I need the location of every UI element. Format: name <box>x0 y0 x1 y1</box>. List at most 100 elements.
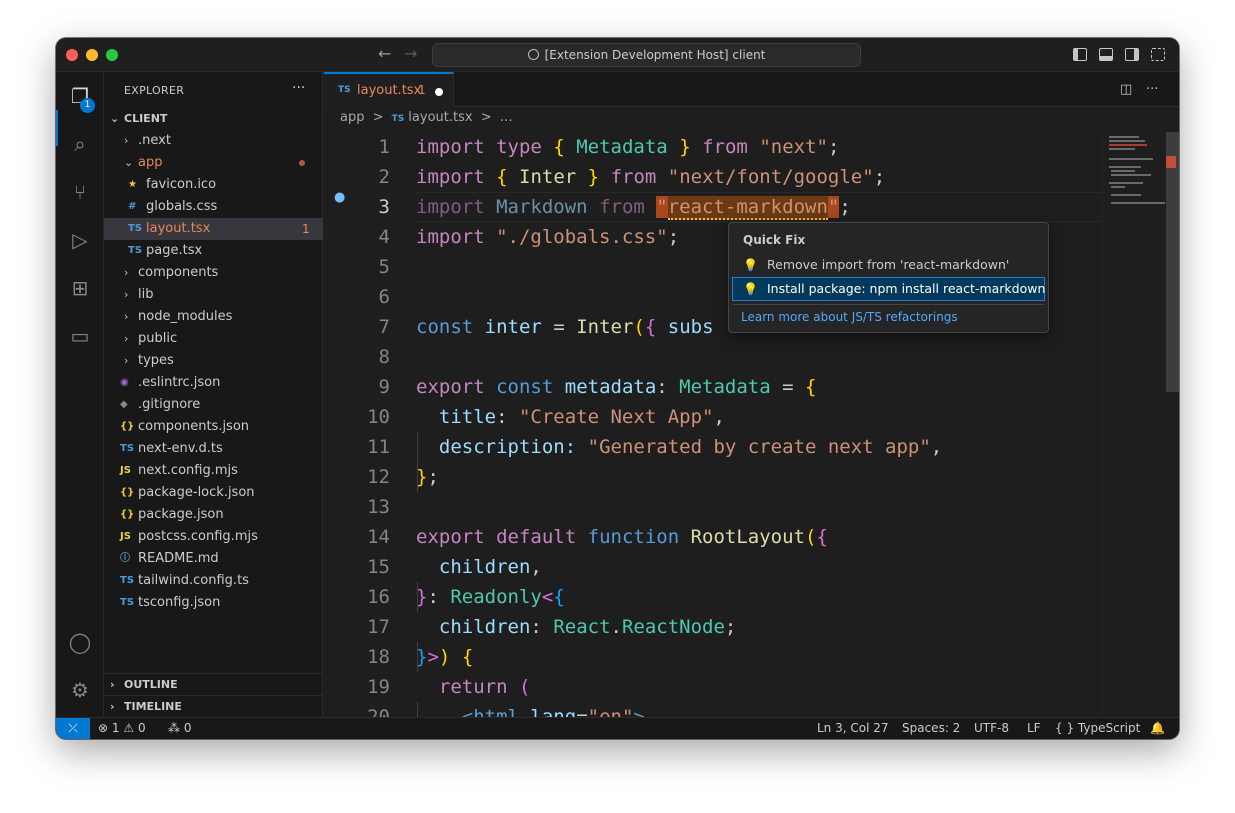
breadcrumb-separator: > <box>372 110 384 125</box>
folder-item[interactable]: › .next <box>104 130 323 152</box>
remote-indicator-icon[interactable]: ⤫ <box>56 718 90 739</box>
more-actions-icon[interactable]: ··· <box>1146 82 1158 97</box>
split-editor-icon[interactable]: ◫ <box>1120 82 1132 97</box>
learn-more-link[interactable]: Learn more about JS/TS refactorings <box>741 310 958 324</box>
customize-layout-icon[interactable] <box>1151 48 1165 61</box>
settings-gear-icon[interactable]: ⚙ <box>68 678 92 702</box>
more-actions-icon[interactable]: ··· <box>292 80 305 96</box>
folder-root-client[interactable]: ⌄ CLIENT <box>104 108 323 130</box>
language-label: TypeScript <box>1077 721 1141 735</box>
error-dot-icon <box>299 160 305 166</box>
tree-item-label: layout.tsx <box>146 221 211 236</box>
file-item[interactable]: JS postcss.config.mjs <box>104 526 323 548</box>
title-bar: ← → [Extension Development Host] client <box>56 38 1179 72</box>
encoding[interactable]: UTF-8 <box>974 718 1009 739</box>
quick-fix-install-package[interactable]: 💡 Install package: npm install react-mar… <box>732 277 1045 301</box>
folder-item[interactable]: › node_modules <box>104 306 323 328</box>
forward-arrow-icon[interactable]: → <box>404 44 417 63</box>
file-item[interactable]: TS tsconfig.json <box>104 592 323 614</box>
tree-item-label: next.config.mjs <box>138 463 238 478</box>
file-type-icon: ⓘ <box>120 553 130 564</box>
file-type-icon: {} <box>120 487 135 498</box>
minimap-line <box>1111 170 1135 172</box>
file-item[interactable]: ★ favicon.ico <box>104 174 323 196</box>
vscode-window: ← → [Extension Development Host] client … <box>56 38 1179 739</box>
language-mode[interactable]: { } TypeScript <box>1055 718 1140 739</box>
file-type-icon: TS <box>120 575 135 586</box>
file-item[interactable]: JS next.config.mjs <box>104 460 323 482</box>
source-control-icon[interactable]: ⑂ <box>68 180 92 204</box>
unresolved-import-highlight: react-markdown <box>667 196 828 220</box>
close-window-button[interactable] <box>66 49 78 61</box>
minimap[interactable] <box>1102 132 1179 717</box>
back-arrow-icon[interactable]: ← <box>378 44 391 63</box>
tree-item-label: app <box>138 155 163 170</box>
file-item[interactable]: TS tailwind.config.ts <box>104 570 323 592</box>
line-number: 13 <box>367 496 390 518</box>
extensions-icon[interactable]: ⊞ <box>68 276 92 300</box>
breadcrumb-file[interactable]: layout.tsx <box>408 110 472 125</box>
zoom-window-button[interactable] <box>106 49 118 61</box>
code-action-lightbulb-icon[interactable]: ● <box>334 190 345 205</box>
folder-item[interactable]: › components <box>104 262 323 284</box>
outline-section[interactable]: › OUTLINE <box>104 673 323 695</box>
ports-indicator[interactable]: ⁂ 0 <box>168 718 191 739</box>
quick-fix-remove-import[interactable]: 💡 Remove import from 'react-markdown' <box>733 254 1044 276</box>
file-type-icon: TS <box>128 245 143 256</box>
minimap-line <box>1109 166 1141 168</box>
braces-icon: { } <box>1055 721 1075 735</box>
chevron-right-icon: › <box>124 354 129 367</box>
problem-count: 1 <box>302 222 310 236</box>
minimap-line <box>1109 182 1143 184</box>
chevron-right-icon: › <box>124 266 129 279</box>
file-item[interactable]: ◉ .eslintrc.json <box>104 372 323 394</box>
file-item[interactable]: ⓘ README.md <box>104 548 323 570</box>
toggle-primary-sidebar-icon[interactable] <box>1073 48 1087 61</box>
timeline-section[interactable]: › TIMELINE <box>104 695 323 717</box>
chevron-down-icon: ⌄ <box>110 112 120 125</box>
indentation[interactable]: Spaces: 2 <box>902 718 960 739</box>
file-item[interactable]: # globals.css <box>104 196 323 218</box>
tree-item-label: page.tsx <box>146 243 203 258</box>
breadcrumb-more[interactable]: … <box>500 110 513 125</box>
problems-indicator[interactable]: ⊗ 1 ⚠ 0 <box>98 718 146 739</box>
code-editor[interactable]: 1 2 3 4 5 6 7 8 9 10 11 12 13 14 15 16 17 18 19 20 import t… <box>324 132 1102 717</box>
file-item[interactable]: TS layout.tsx 1 <box>104 218 323 240</box>
cursor-position[interactable]: Ln 3, Col 27 <box>817 718 889 739</box>
tab-layout-tsx[interactable]: TS layout.tsx 1 <box>324 72 454 107</box>
line-ending[interactable]: LF <box>1027 718 1041 739</box>
file-item[interactable]: {} package-lock.json <box>104 482 323 504</box>
line-number: 16 <box>367 586 390 608</box>
file-item[interactable]: {} components.json <box>104 416 323 438</box>
command-center[interactable]: [Extension Development Host] client <box>432 43 861 67</box>
code-line-17: children: React.ReactNode; <box>438 616 737 638</box>
line-number: 4 <box>378 226 390 248</box>
breadcrumb-folder[interactable]: app <box>340 110 364 125</box>
folder-item[interactable]: › public <box>104 328 323 350</box>
file-item[interactable]: ◆ .gitignore <box>104 394 323 416</box>
folder-item[interactable]: › lib <box>104 284 323 306</box>
run-debug-icon[interactable]: ▷ <box>68 228 92 252</box>
remote-explorer-icon[interactable]: ▭ <box>68 324 92 348</box>
file-item[interactable]: TS next-env.d.ts <box>104 438 323 460</box>
typescript-file-icon: TS <box>338 85 351 95</box>
unsaved-dot-icon[interactable] <box>435 88 443 96</box>
minimize-window-button[interactable] <box>86 49 98 61</box>
folder-item[interactable]: › types <box>104 350 323 372</box>
line-number: 19 <box>367 676 390 698</box>
activity-bar: ❐ 1 ⌕ ⑂ ▷ ⊞ ▭ ◯ ⚙ <box>56 72 104 717</box>
line-number: 8 <box>378 346 390 368</box>
notifications-bell-icon[interactable]: 🔔 <box>1150 718 1165 739</box>
search-icon[interactable]: ⌕ <box>68 132 92 156</box>
accounts-icon[interactable]: ◯ <box>68 630 92 654</box>
file-item[interactable]: TS page.tsx <box>104 240 323 262</box>
file-item[interactable]: {} package.json <box>104 504 323 526</box>
toggle-panel-icon[interactable] <box>1099 48 1113 61</box>
file-type-icon: ◉ <box>120 377 129 388</box>
toggle-secondary-sidebar-icon[interactable] <box>1125 48 1139 61</box>
folder-item[interactable]: ⌄ app <box>104 152 323 174</box>
minimap-slider[interactable] <box>1166 132 1179 392</box>
tree-item-label: .next <box>138 133 171 148</box>
minimap-line <box>1109 140 1145 142</box>
chevron-right-icon: › <box>124 288 129 301</box>
